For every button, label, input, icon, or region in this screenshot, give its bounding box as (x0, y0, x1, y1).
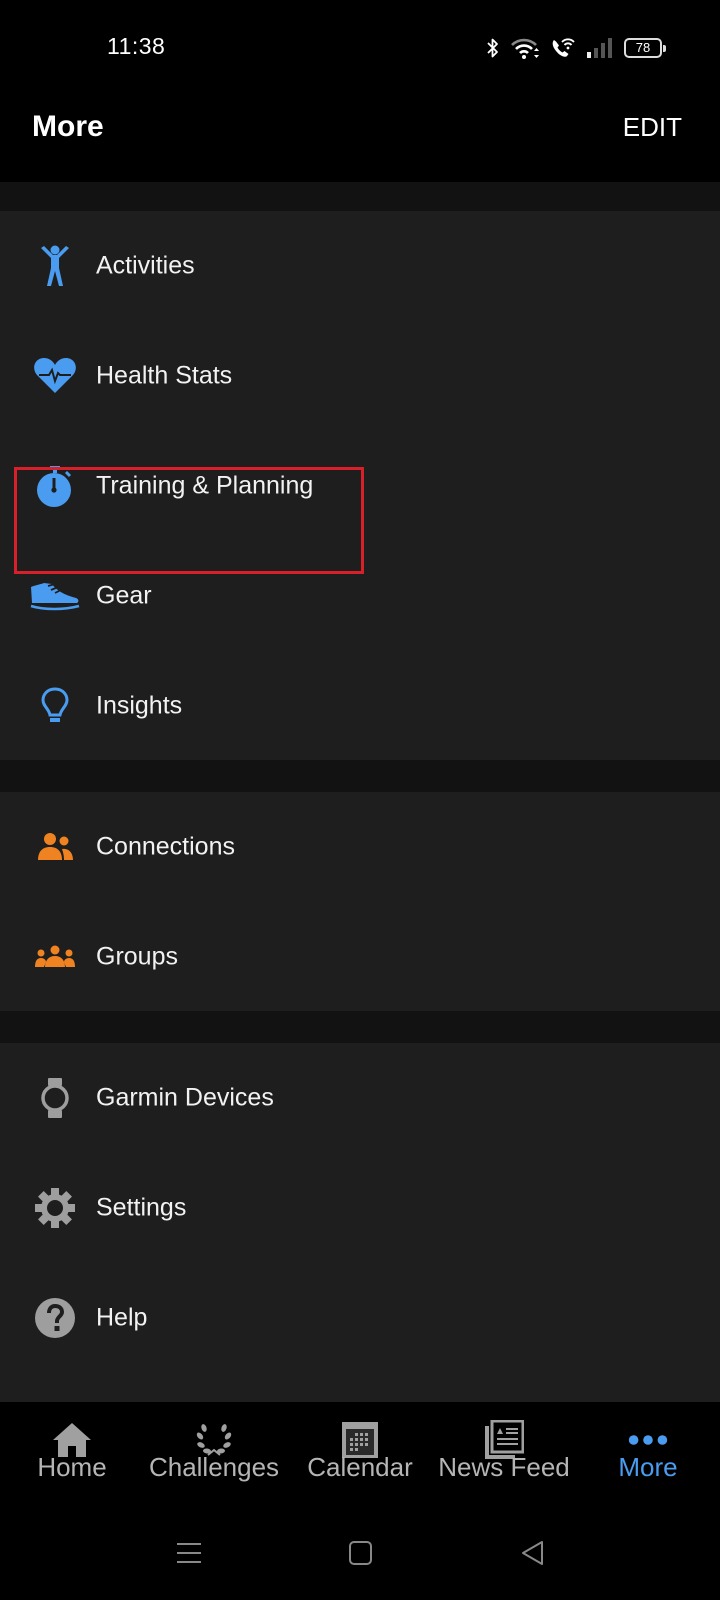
app-header: More EDIT (0, 96, 720, 182)
gear-icon (30, 1186, 80, 1230)
connections-icon (30, 825, 80, 869)
menu-label: Garmin Devices (96, 1083, 274, 1112)
menu-item-gear[interactable]: Gear (0, 541, 720, 651)
activities-icon (30, 244, 80, 288)
menu-label: Activities (96, 251, 195, 280)
menu-label: Insights (96, 691, 183, 720)
bluetooth-icon (486, 36, 500, 60)
signal-icon (586, 37, 614, 59)
menu-label: Gear (96, 581, 152, 610)
nav-more[interactable]: More (576, 1402, 720, 1502)
menu-label: Health Stats (96, 361, 233, 390)
shoe-icon (30, 574, 80, 618)
battery-icon: 78 (624, 38, 666, 58)
menu-content: Activities Health Stats Training & Plann… (0, 182, 720, 1402)
menu-label: Help (96, 1303, 148, 1332)
nav-label: Home (37, 1452, 107, 1482)
menu-item-settings[interactable]: Settings (0, 1153, 720, 1263)
wifi-icon (510, 36, 540, 60)
menu-item-groups[interactable]: Groups (0, 902, 720, 1012)
home-circle-icon[interactable] (348, 1540, 374, 1571)
nav-calendar[interactable]: Calendar (288, 1402, 432, 1502)
menu-item-activities[interactable]: Activities (0, 211, 720, 321)
menu-item-training-planning[interactable]: Training & Planning (0, 431, 720, 541)
back-icon[interactable] (520, 1540, 546, 1571)
menu-item-insights[interactable]: Insights (0, 651, 720, 761)
menu-item-help[interactable]: Help (0, 1263, 720, 1373)
watch-icon (30, 1076, 80, 1120)
edit-button[interactable]: EDIT (623, 112, 682, 143)
status-icons: 78 (486, 34, 668, 62)
nav-label: More (618, 1452, 678, 1482)
groups-icon (30, 935, 80, 979)
section-social: Connections Groups (0, 792, 720, 1011)
menu-label: Settings (96, 1193, 187, 1222)
nav-challenges[interactable]: Challenges (142, 1402, 286, 1502)
nav-label: News Feed (438, 1452, 570, 1482)
menu-item-garmin-devices[interactable]: Garmin Devices (0, 1043, 720, 1153)
stopwatch-icon (30, 464, 80, 508)
help-icon (30, 1296, 80, 1340)
wifi-calling-icon (550, 36, 576, 60)
bottom-nav: Home Challenges Calendar News Feed More (0, 1402, 720, 1502)
system-nav-bar (0, 1502, 720, 1600)
heart-rate-icon (30, 354, 80, 398)
menu-label: Connections (96, 832, 235, 861)
lightbulb-icon (30, 684, 80, 728)
status-time: 11:38 (107, 33, 166, 59)
nav-news-feed[interactable]: News Feed (432, 1402, 576, 1502)
menu-label: Training & Planning (96, 471, 314, 500)
recents-icon[interactable] (176, 1540, 202, 1571)
nav-label: Calendar (307, 1452, 413, 1482)
section-device: Garmin Devices Settings Help (0, 1043, 720, 1402)
menu-item-health-stats[interactable]: Health Stats (0, 321, 720, 431)
menu-item-connections[interactable]: Connections (0, 792, 720, 902)
menu-label: Groups (96, 942, 178, 971)
nav-home[interactable]: Home (0, 1402, 144, 1502)
nav-label: Challenges (148, 1452, 280, 1482)
status-bar: 11:38 78 (0, 0, 720, 96)
page-title: More (32, 110, 104, 143)
section-tracking: Activities Health Stats Training & Plann… (0, 211, 720, 760)
